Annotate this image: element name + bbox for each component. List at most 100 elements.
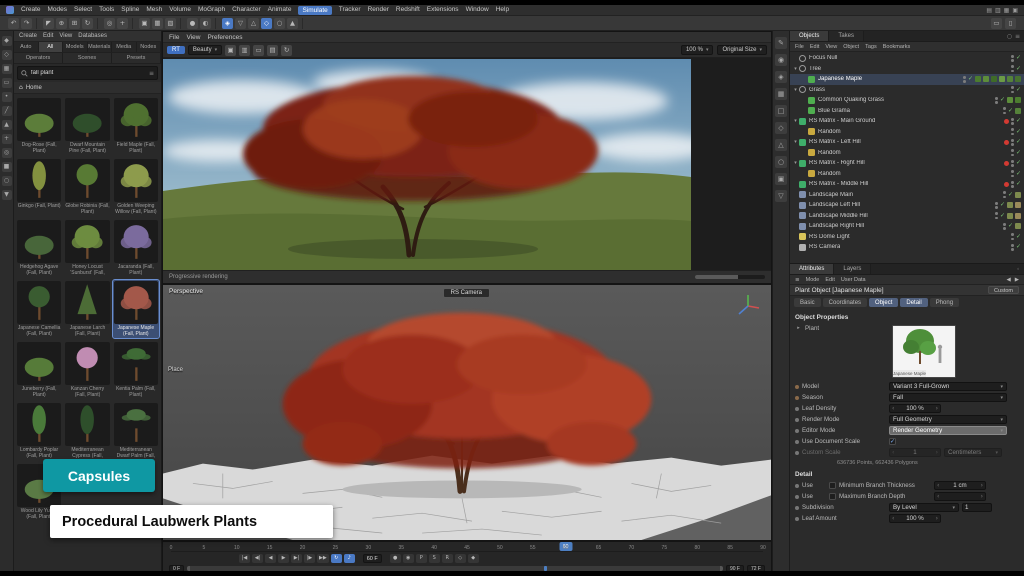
render-visibility-dot[interactable]: [1011, 164, 1014, 167]
am-menu-mode[interactable]: Mode: [806, 277, 820, 283]
visibility-dots[interactable]: [995, 202, 998, 209]
prev-key-button[interactable]: ◀|: [252, 554, 263, 563]
material-chip[interactable]: [1015, 97, 1021, 103]
render-visibility-dot[interactable]: [995, 217, 998, 220]
render-visibility-dot[interactable]: [1011, 154, 1014, 157]
editor-visibility-dot[interactable]: [1011, 160, 1014, 163]
plant-item-jacaranda[interactable]: Jacaranda (Fall, Plant): [113, 219, 159, 277]
aov-layers-icon[interactable]: ▤: [267, 45, 278, 56]
ab-tab-nodes[interactable]: Nodes: [137, 42, 162, 52]
render-visibility-dot[interactable]: [1003, 196, 1006, 199]
render-visibility-dot[interactable]: [1011, 91, 1014, 94]
visibility-dots[interactable]: [995, 212, 998, 219]
plant-item-mediterranean-cypress[interactable]: Mediterranean Cypress (Fall, Plant): [64, 402, 110, 460]
model-select[interactable]: Variant 3 Full-Grown▾: [889, 382, 1007, 391]
menu-simulate[interactable]: Simulate: [298, 6, 331, 15]
ab-tab-all[interactable]: All: [39, 42, 64, 52]
ab-menu-view[interactable]: View: [59, 33, 72, 39]
region-icon[interactable]: ▭: [253, 45, 264, 56]
editor-visibility-dot[interactable]: [1011, 181, 1014, 184]
menu-create[interactable]: Create: [21, 6, 41, 15]
section-tab-basic[interactable]: Basic: [794, 298, 821, 307]
rv-menu-preferences[interactable]: Preferences: [207, 34, 242, 41]
plant-item-dwarf-mountain-pine[interactable]: Dwarf Mountain Pine (Fall, Plant): [64, 97, 110, 155]
editor-visibility-dot[interactable]: [1003, 191, 1006, 194]
use-document-scale-checkbox[interactable]: ✓: [889, 438, 896, 445]
editor-visibility-dot[interactable]: [1011, 170, 1014, 173]
next-key-button[interactable]: |▶: [304, 554, 315, 563]
render-visibility-dot[interactable]: [1011, 175, 1014, 178]
object-row-blue-grama[interactable]: Blue Grama✓: [790, 106, 1024, 117]
falloff-icon[interactable]: ▽: [775, 190, 787, 202]
enable-check-icon[interactable]: ✓: [1016, 66, 1021, 72]
keyframe-dot[interactable]: [795, 484, 799, 488]
max-branch-depth-field[interactable]: ‹›: [934, 492, 986, 501]
range-thumb[interactable]: [187, 566, 723, 571]
rv-menu-file[interactable]: File: [169, 34, 179, 41]
material-chip[interactable]: [1007, 213, 1013, 219]
lock-icon[interactable]: ■: [2, 162, 12, 172]
om-menu-view[interactable]: View: [825, 44, 837, 50]
live-selection-icon[interactable]: ◤: [43, 18, 54, 29]
leaf-amount-field[interactable]: ‹100 %›: [889, 514, 941, 523]
key-rotation-button[interactable]: R: [442, 554, 453, 563]
emitter-icon[interactable]: ○: [274, 18, 285, 29]
visibility-dots[interactable]: [1011, 160, 1014, 167]
visibility-dots[interactable]: [1003, 107, 1006, 114]
material-chip[interactable]: [1015, 192, 1021, 198]
enable-check-icon[interactable]: ✓: [1016, 160, 1021, 166]
plant-item-juneberry[interactable]: Juneberry (Fall, Plant): [16, 341, 62, 399]
mode-object-icon[interactable]: ◇: [2, 50, 12, 60]
om-tab-objects[interactable]: Objects: [790, 31, 829, 41]
keyframe-dot[interactable]: [795, 517, 799, 521]
goto-end-button[interactable]: ▶▶: [317, 554, 329, 563]
plant-item-ginkgo[interactable]: Ginkgo (Fall, Plant): [16, 158, 62, 216]
object-row-random[interactable]: Random✓: [790, 148, 1024, 159]
keyframe-dot[interactable]: [795, 385, 799, 389]
om-menu-tags[interactable]: Tags: [865, 44, 877, 50]
material-chip[interactable]: [1015, 223, 1021, 229]
menu-window[interactable]: Window: [466, 6, 489, 15]
ab-menu-edit[interactable]: Edit: [43, 33, 53, 39]
expand-arrow-icon[interactable]: ▾: [792, 87, 799, 93]
am-tab-layers[interactable]: Layers: [834, 264, 871, 274]
om-menu-file[interactable]: File: [795, 44, 804, 50]
rv-menu-view[interactable]: View: [186, 34, 200, 41]
plant-item-globe-robinia[interactable]: Globe Robinia (Fall, Plant): [64, 158, 110, 216]
object-row-rs-matrix-middle-hill[interactable]: RS Matrix - Middle Hill✓: [790, 179, 1024, 190]
plant-item-kanzan-cherry[interactable]: Kanzan Cherry (Fall, Plant): [64, 341, 110, 399]
om-search-icon[interactable]: ○: [1007, 33, 1012, 40]
render-visibility-dot[interactable]: [1003, 227, 1006, 230]
season-select[interactable]: Fall▾: [889, 393, 1007, 402]
plant-item-honey-locust-sunburst[interactable]: Honey Locust 'Sunburst' (Fall, Plant): [64, 219, 110, 277]
decrement-icon[interactable]: ‹: [937, 482, 939, 489]
editor-visibility-dot[interactable]: [1003, 223, 1006, 226]
visibility-dots[interactable]: [1011, 233, 1014, 240]
pen-icon[interactable]: ✎: [775, 37, 787, 49]
render-settings-icon[interactable]: ▧: [165, 18, 176, 29]
visibility-dots[interactable]: [1003, 223, 1006, 230]
keyframe-dot[interactable]: [795, 407, 799, 411]
increment-icon[interactable]: ›: [936, 515, 938, 522]
keyframe-dot[interactable]: [795, 495, 799, 499]
visibility-dots[interactable]: [963, 76, 966, 83]
material-icon[interactable]: ●: [187, 18, 198, 29]
scale-icon[interactable]: ⊞: [69, 18, 80, 29]
menu-character[interactable]: Character: [232, 6, 261, 15]
editor-visibility-dot[interactable]: [995, 97, 998, 100]
ab-subtab-operators[interactable]: Operators: [14, 53, 63, 63]
measure-icon[interactable]: □: [775, 105, 787, 117]
section-tab-coordinates[interactable]: Coordinates: [823, 298, 867, 307]
expand-arrow-icon[interactable]: ▾: [792, 118, 799, 124]
plant-item-lombardy-poplar[interactable]: Lombardy Poplar (Fall, Plant): [16, 402, 62, 460]
move-icon[interactable]: ⊕: [56, 18, 67, 29]
object-row-landscape-middle-hill[interactable]: Landscape Middle Hill✓: [790, 211, 1024, 222]
editor-visibility-dot[interactable]: [1011, 118, 1014, 121]
display-icon[interactable]: ▣: [775, 173, 787, 185]
redshift-tag-icon[interactable]: [1004, 161, 1010, 167]
menu-help[interactable]: Help: [496, 6, 509, 15]
material-chip[interactable]: [1015, 213, 1021, 219]
prev-frame-button[interactable]: ◀: [265, 554, 276, 563]
render-visibility-dot[interactable]: [1011, 248, 1014, 251]
plant-item-hedgehog-agave[interactable]: Hedgehog Agave (Fall, Plant): [16, 219, 62, 277]
